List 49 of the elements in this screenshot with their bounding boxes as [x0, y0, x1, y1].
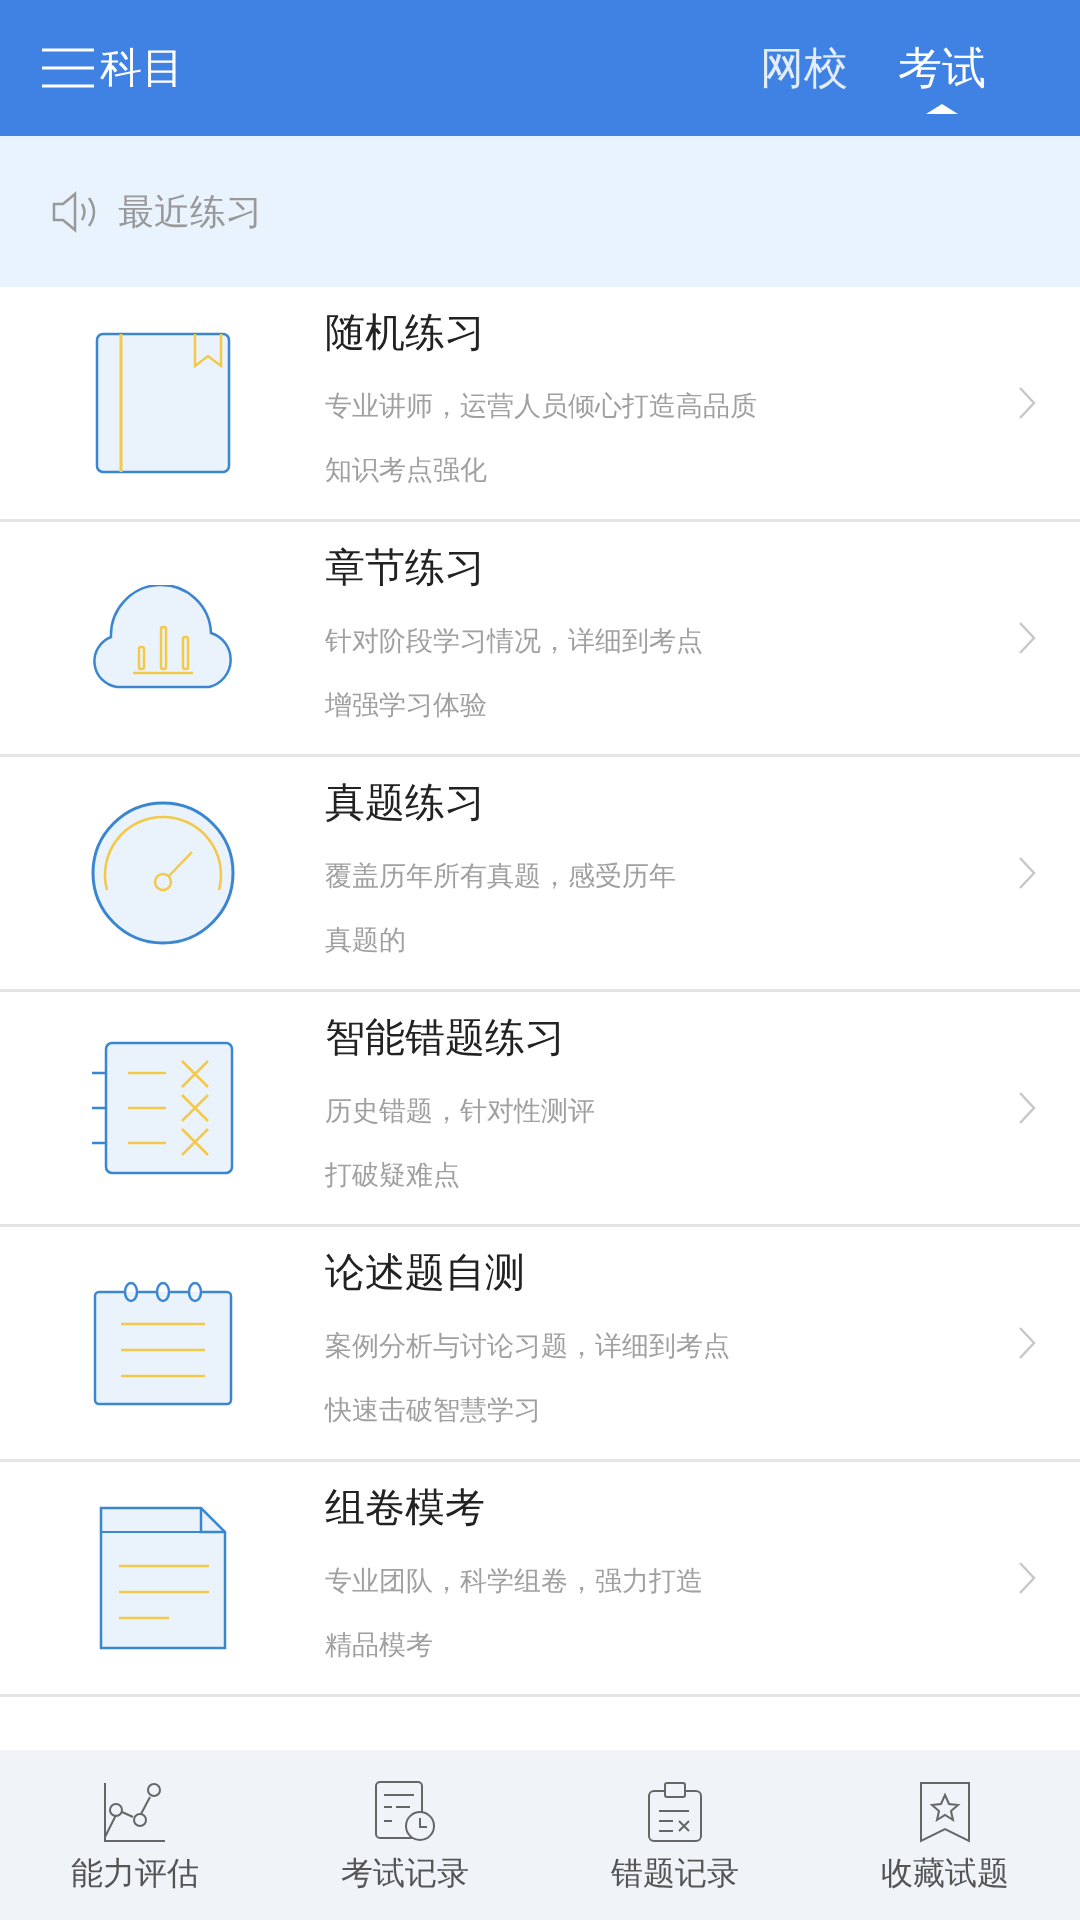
document-icon [98, 1506, 227, 1650]
item-description: 知识考点强化 [325, 454, 488, 487]
item-title: 随机练习 [325, 309, 486, 356]
item-description: 快速击破智慧学习 [325, 1394, 542, 1427]
practice-item[interactable]: 智能错题练习 历史错题，针对性测评 打破疑难点 [0, 992, 1080, 1227]
book-icon [94, 332, 231, 474]
bookmark-star-icon [919, 1781, 971, 1843]
clipboard-icon [647, 1781, 703, 1843]
item-title: 章节练习 [325, 544, 486, 591]
practice-item[interactable]: 真题练习 覆盖历年所有真题，感受历年 真题的 [0, 757, 1080, 992]
practice-item[interactable]: 章节练习 针对阶段学习情况，详细到考点 增强学习体验 [0, 522, 1080, 757]
document-clock-icon [374, 1781, 436, 1843]
chevron-right-icon [1018, 856, 1036, 890]
item-description: 专业讲师，运营人员倾心打造高品质 [325, 390, 758, 423]
item-title: 组卷模考 [325, 1484, 486, 1531]
notebook-icon [89, 1041, 236, 1175]
chevron-right-icon [1018, 621, 1036, 655]
nav-tab[interactable]: 考试记录 [270, 1750, 540, 1920]
subject-menu-button[interactable]: 科目 [42, 46, 184, 90]
tab[interactable]: 考试 [898, 0, 986, 136]
item-description: 增强学习体验 [325, 689, 488, 722]
chevron-right-icon [1018, 386, 1036, 420]
item-description: 真题的 [325, 924, 407, 957]
item-title: 真题练习 [325, 779, 486, 826]
chevron-right-icon [1018, 1091, 1036, 1125]
item-description: 精品模考 [325, 1629, 434, 1662]
item-description: 专业团队，科学组卷，强力打造 [325, 1565, 704, 1598]
item-title: 论述题自测 [325, 1249, 526, 1296]
nav-tab[interactable]: 能力评估 [0, 1750, 270, 1920]
recent-practice-label: 最近练习 [118, 189, 262, 234]
item-description: 案例分析与讨论习题，详细到考点 [325, 1330, 731, 1363]
practice-item[interactable]: 随机练习 专业讲师，运营人员倾心打造高品质 知识考点强化 [0, 287, 1080, 522]
practice-item[interactable]: 论述题自测 案例分析与讨论习题，详细到考点 快速击破智慧学习 [0, 1227, 1080, 1462]
nav-tab[interactable]: 错题记录 [540, 1750, 810, 1920]
menu-icon [42, 46, 94, 90]
chevron-right-icon [1018, 1326, 1036, 1360]
practice-item[interactable]: 组卷模考 专业团队，科学组卷，强力打造 精品模考 [0, 1462, 1080, 1697]
line-chart-icon [103, 1781, 167, 1843]
selected-indicator-icon [926, 104, 958, 114]
item-description: 针对阶段学习情况，详细到考点 [325, 625, 704, 658]
calendar-icon [92, 1280, 233, 1406]
chevron-right-icon [1018, 1561, 1036, 1595]
item-description: 历史错题，针对性测评 [325, 1095, 596, 1128]
item-description: 打破疑难点 [325, 1159, 461, 1192]
item-title: 智能错题练习 [325, 1014, 566, 1061]
item-description: 覆盖历年所有真题，感受历年 [325, 860, 677, 893]
nav-tab[interactable]: 收藏试题 [810, 1750, 1080, 1920]
gauge-icon [89, 800, 236, 946]
speaker-icon [52, 190, 98, 233]
